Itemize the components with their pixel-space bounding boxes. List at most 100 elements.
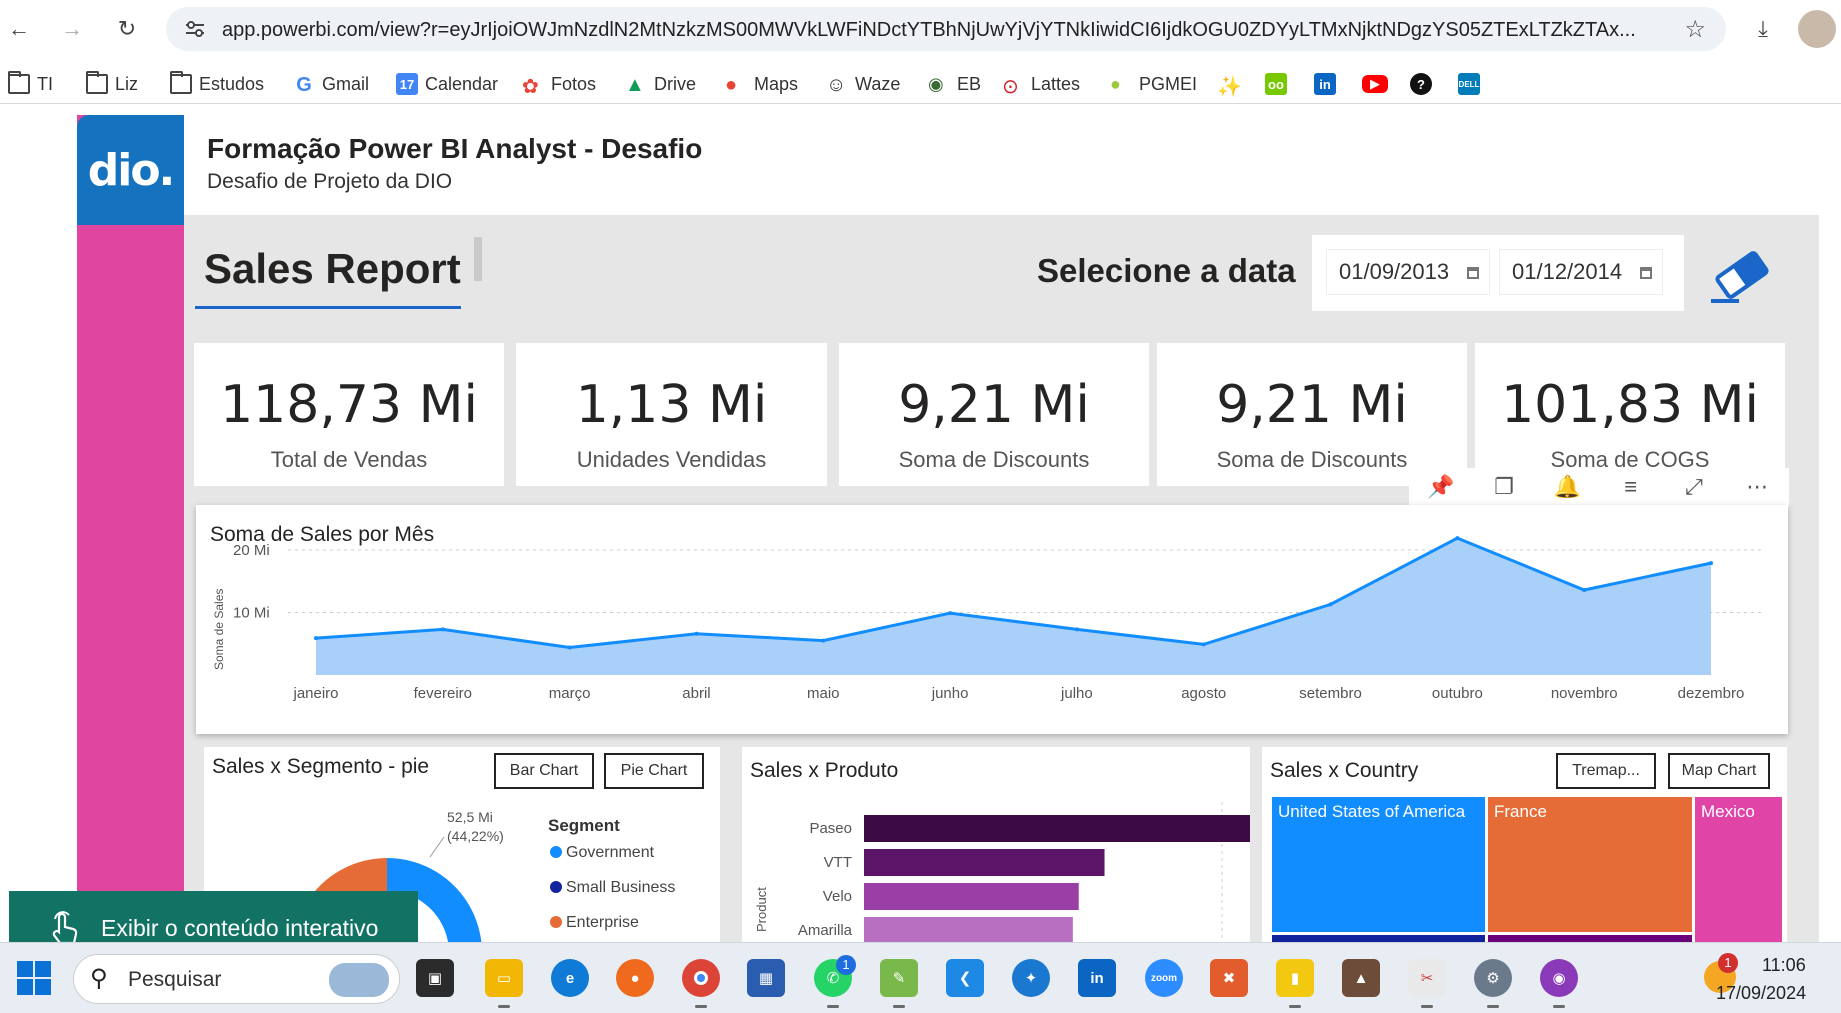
forward-icon[interactable]: → xyxy=(55,12,89,46)
calendar-icon[interactable] xyxy=(1467,267,1479,279)
profile-avatar[interactable] xyxy=(1798,10,1836,48)
bookmark-waze[interactable]: ☺ Waze xyxy=(826,70,900,98)
power-bi-icon[interactable]: ▮ xyxy=(1276,959,1314,997)
x-tick-label: agosto xyxy=(1181,685,1226,702)
bookmark-drive[interactable]: ▲ Drive xyxy=(625,70,696,98)
linkedin-taskbar-icon[interactable]: in xyxy=(1078,959,1116,997)
pin-icon[interactable]: 📌 xyxy=(1426,472,1456,502)
treemap-tile[interactable]: France xyxy=(1488,797,1692,932)
bookmark-dell[interactable]: DELL xyxy=(1458,70,1480,98)
firefox-icon[interactable]: ● xyxy=(616,959,654,997)
edge-icon[interactable]: e xyxy=(551,959,589,997)
settings-gear-icon[interactable]: ⚙ xyxy=(1474,959,1512,997)
chart-title: Sales x Country xyxy=(1270,759,1419,782)
bookmark-fotos[interactable]: ✿ Fotos xyxy=(522,70,596,99)
kpi-card-soma-discounts[interactable]: 9,21 Mi Soma de Discounts xyxy=(839,343,1149,486)
treemap-tile[interactable]: Mexico xyxy=(1695,797,1782,942)
more-options-icon[interactable]: ⋯ xyxy=(1742,472,1772,502)
bookmark-folder-estudos[interactable]: Estudos xyxy=(170,70,264,98)
calendar-icon: 17 xyxy=(396,73,418,95)
kpi-card-total-vendas[interactable]: 118,73 Mi Total de Vendas xyxy=(194,343,504,486)
dell-icon: DELL xyxy=(1458,73,1480,95)
bookmark-maps[interactable]: ● Maps xyxy=(725,70,798,98)
site-info-icon[interactable] xyxy=(184,19,206,39)
treemap-tile[interactable]: United States of America xyxy=(1272,797,1485,932)
bookmark-duolingo[interactable]: oo xyxy=(1265,70,1287,98)
bookmark-pgmei[interactable]: ● PGMEI xyxy=(1110,70,1197,98)
data-label-percent: (44,22%) xyxy=(447,828,504,844)
clock-date[interactable]: 17/09/2024 xyxy=(1716,983,1806,1004)
date-start-input[interactable]: 01/09/2013 xyxy=(1326,249,1490,295)
back-icon[interactable]: ← xyxy=(2,12,36,46)
notepad-app-icon[interactable]: ✎ xyxy=(880,959,918,997)
squirrel-app-icon[interactable]: ▲ xyxy=(1342,959,1380,997)
microsoft-store-icon[interactable]: ▦ xyxy=(747,959,785,997)
bookmark-eb[interactable]: ◉ EB xyxy=(928,70,981,98)
data-point xyxy=(821,638,826,643)
x-tick-label: março xyxy=(549,685,591,702)
bookmark-folder-liz[interactable]: Liz xyxy=(86,70,138,98)
product-bar-chart: Product Paseo VTT Velo Amarilla xyxy=(754,802,1250,942)
copy-icon[interactable]: ❐ xyxy=(1489,472,1519,502)
bookmark-youtube[interactable]: ▶ xyxy=(1362,70,1388,98)
header-subtitle: Desafio de Projeto da DIO xyxy=(207,170,453,193)
bookmark-folder-ti[interactable]: TI xyxy=(8,70,53,98)
legend-marker xyxy=(550,881,562,893)
clock-time[interactable]: 11:06 xyxy=(1762,955,1806,976)
kpi-card-soma-discounts-2[interactable]: 9,21 Mi Soma de Discounts xyxy=(1157,343,1467,486)
download-icon[interactable]: ⤓ xyxy=(1746,12,1780,46)
country-treemap-card[interactable]: Sales x Country Tremap... Map Chart Unit… xyxy=(1262,747,1787,942)
bookmark-dark-app[interactable]: ? xyxy=(1410,70,1432,98)
date-end-input[interactable]: 01/12/2014 xyxy=(1499,249,1663,295)
x-tick-label: julho xyxy=(1060,685,1093,702)
bookmark-red-app[interactable]: ✨ xyxy=(1217,70,1242,98)
title-underline xyxy=(195,306,461,309)
github-icon[interactable]: ◉ xyxy=(1540,959,1578,997)
zoom-icon[interactable]: zoom xyxy=(1145,959,1183,997)
snipping-tool-icon[interactable]: ✂ xyxy=(1408,959,1446,997)
tool-app-icon[interactable]: ✦ xyxy=(1012,959,1050,997)
notification-badge: 1 xyxy=(836,955,856,975)
address-bar[interactable]: app.powerbi.com/view?r=eyJrIjoiOWJmNzdlN… xyxy=(166,7,1726,51)
calendar-icon[interactable] xyxy=(1640,267,1652,279)
map-chart-button[interactable]: Map Chart xyxy=(1668,753,1770,789)
label-leader-line xyxy=(429,836,445,858)
clear-filters-eraser-icon[interactable] xyxy=(1709,245,1775,305)
line-chart-card[interactable]: Soma de Sales por Mês 10 Mi 20 Mi Soma de … xyxy=(196,505,1788,734)
y-tick-label: 20 Mi xyxy=(233,542,270,559)
file-explorer-icon[interactable]: ▭ xyxy=(485,959,523,997)
bell-icon[interactable]: 🔔 xyxy=(1552,472,1582,502)
treemap-tile[interactable]: Germany xyxy=(1488,935,1692,942)
treemap-button[interactable]: Tremap... xyxy=(1556,753,1656,789)
bookmark-gmail[interactable]: G Gmail xyxy=(293,70,369,98)
task-view-icon[interactable]: ▣ xyxy=(416,959,454,997)
remote-desktop-icon[interactable]: ✖ xyxy=(1210,959,1248,997)
reload-icon[interactable]: ↻ xyxy=(110,12,144,46)
treemap-tile[interactable]: Canada xyxy=(1272,935,1485,942)
bookmark-calendar[interactable]: 17 Calendar xyxy=(396,70,498,98)
folder-icon xyxy=(8,71,30,94)
running-indicator xyxy=(827,1005,839,1008)
data-point xyxy=(1328,602,1333,607)
focus-mode-icon[interactable]: ⤢ xyxy=(1679,472,1709,502)
running-indicator xyxy=(498,1005,510,1008)
url-text[interactable]: app.powerbi.com/view?r=eyJrIjoiOWJmNzdlN… xyxy=(222,19,1662,42)
taskbar-search[interactable]: ⚲ Pesquisar xyxy=(73,954,400,1004)
chrome-icon[interactable] xyxy=(682,959,720,997)
bookmark-lattes[interactable]: ⊙ Lattes xyxy=(1002,70,1080,99)
kpi-card-unidades-vendidas[interactable]: 1,13 Mi Unidades Vendidas xyxy=(516,343,827,486)
y-tick-label: 10 Mi xyxy=(233,605,270,622)
x-tick-label: setembro xyxy=(1299,685,1362,702)
vscode-icon[interactable]: ❮ xyxy=(946,959,984,997)
data-point xyxy=(440,627,445,632)
bookmark-star-icon[interactable]: ☆ xyxy=(1684,15,1706,44)
windows-start-icon[interactable] xyxy=(16,960,52,996)
x-tick-label: outubro xyxy=(1432,685,1483,702)
photos-icon: ✿ xyxy=(522,76,539,98)
pgmei-icon: ● xyxy=(1110,74,1121,94)
product-bar-card[interactable]: Sales x Produto Product Paseo VTT Velo Amari… xyxy=(742,747,1250,942)
legend-marker xyxy=(550,916,562,928)
filter-icon[interactable]: ≡ xyxy=(1616,472,1646,502)
kpi-card-soma-cogs[interactable]: 101,83 Mi Soma de COGS xyxy=(1475,343,1785,486)
bookmark-linkedin[interactable]: in xyxy=(1314,70,1336,98)
